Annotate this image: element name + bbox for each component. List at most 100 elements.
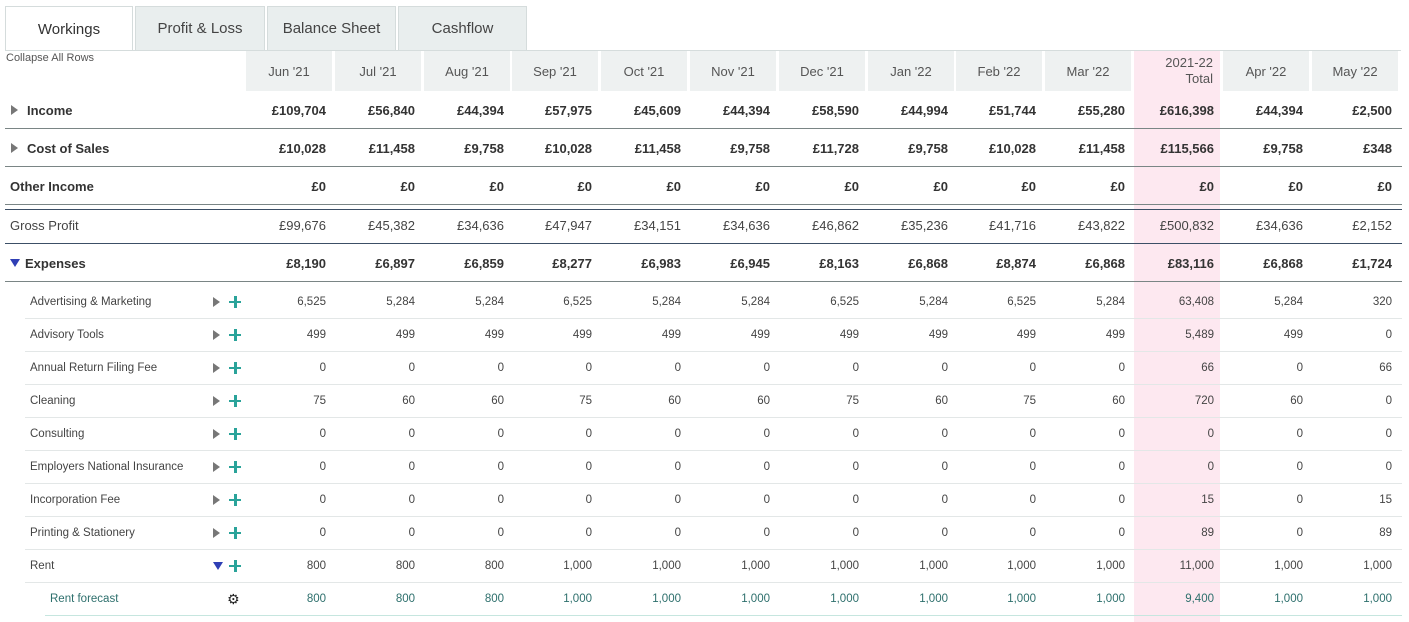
add-advisory-tools-button[interactable]	[229, 318, 241, 351]
add-rent-button[interactable]	[229, 549, 241, 582]
value-cell: 1,000	[830, 592, 859, 605]
value-cell: 60	[757, 394, 770, 407]
add-employers-national-insurance-button[interactable]	[229, 450, 241, 483]
forecast-settings-button[interactable]: ⚙	[227, 582, 240, 615]
value-cell: £9,758	[908, 140, 948, 156]
expand-employers-national-insurance-toggle[interactable]	[213, 450, 220, 483]
value-cell: 499	[1283, 328, 1303, 341]
value-cell: 0	[585, 427, 592, 440]
value-cell: 5,284	[386, 295, 415, 308]
value-cell: 1,000	[830, 559, 859, 572]
value-cell: 1,000	[563, 592, 592, 605]
value-cell: 0	[763, 361, 770, 374]
tab-balance-sheet[interactable]: Balance Sheet	[267, 6, 396, 50]
add-cleaning-button[interactable]	[229, 384, 241, 417]
caret-right-icon	[213, 428, 220, 439]
value-cell: 800	[484, 559, 504, 572]
value-cell: 6,525	[297, 295, 326, 308]
value-cell: 0	[1118, 526, 1125, 539]
value-cell: £10,028	[989, 140, 1036, 156]
value-cell: 1,000	[1096, 592, 1125, 605]
plus-icon	[229, 427, 241, 440]
value-cell: 0	[941, 460, 948, 473]
add-printing-and-stationery-button[interactable]	[229, 516, 241, 549]
value-cell: £2,152	[1352, 217, 1392, 233]
value-cell: 499	[1105, 328, 1125, 341]
value-cell: 6,525	[1007, 295, 1036, 308]
value-cell: £6,945	[730, 255, 770, 271]
section-divider	[5, 243, 1402, 244]
value-cell: £47,947	[545, 217, 592, 233]
value-cell: 0	[674, 493, 681, 506]
row-rent: Rent 800 800 800 1,000 1,000 1,000 1,000 1,000 1,…	[5, 549, 1402, 582]
column-header-aug-21: Aug '21	[424, 51, 510, 91]
value-cell: £51,744	[989, 102, 1036, 118]
total-header-label: Total	[1185, 71, 1213, 86]
value-cell: 0	[408, 427, 415, 440]
value-cell: £11,458	[1078, 140, 1125, 156]
add-annual-return-filing-fee-button[interactable]	[229, 351, 241, 384]
row-rent-forecast: Rent forecast ⚙ 800 800 800 1,000 1,000 1,000 1,…	[5, 582, 1402, 615]
value-cell: £348	[1363, 140, 1392, 156]
value-cell: 9,400	[1185, 592, 1214, 605]
value-cell: 0	[497, 460, 504, 473]
value-cell: 0	[497, 361, 504, 374]
row-advisory-tools: Advisory Tools 499 499 499 499 499 499 499 499 49…	[5, 318, 1402, 351]
row-cost-of-sales: Cost of Sales £10,028 £11,458 £9,758 £10,028…	[5, 129, 1402, 167]
value-cell: 499	[839, 328, 859, 341]
expand-advertising-and-marketing-toggle[interactable]	[213, 285, 220, 318]
expand-incorporation-fee-toggle[interactable]	[213, 483, 220, 516]
expand-annual-return-filing-fee-toggle[interactable]	[213, 351, 220, 384]
tab-cashflow[interactable]: Cashflow	[398, 6, 527, 50]
value-cell: 800	[306, 592, 326, 605]
value-cell: £9,758	[464, 140, 504, 156]
value-cell: 0	[1029, 526, 1036, 539]
value-cell: 5,489	[1185, 328, 1214, 341]
row-label: Expenses	[25, 255, 86, 271]
value-cell: 60	[491, 394, 504, 407]
collapse-rent-toggle[interactable]	[213, 549, 223, 582]
value-cell: 0	[1029, 427, 1036, 440]
value-cell: 11,000	[1179, 559, 1214, 572]
expand-income-toggle[interactable]	[11, 91, 18, 129]
value-cell: 6,525	[830, 295, 859, 308]
expand-cleaning-toggle[interactable]	[213, 384, 220, 417]
value-cell: 5,284	[1096, 295, 1125, 308]
value-cell: 800	[395, 559, 415, 572]
value-cell: £44,394	[1256, 102, 1303, 118]
row-other-income: Other Income £0 £0 £0 £0 £0 £0 £0 £0 £0 £0 £0 £0 £0	[5, 167, 1402, 205]
value-cell: 89	[1201, 526, 1214, 539]
value-cell: 75	[846, 394, 859, 407]
add-incorporation-fee-button[interactable]	[229, 483, 241, 516]
value-cell: 0	[497, 526, 504, 539]
value-cell: 0	[1296, 526, 1303, 539]
value-cell: 5,284	[919, 295, 948, 308]
value-cell: 0	[1385, 394, 1392, 407]
tab-profit-and-loss[interactable]: Profit & Loss	[135, 6, 265, 50]
value-cell: 0	[408, 526, 415, 539]
value-cell: £10,028	[279, 140, 326, 156]
row-divider	[25, 351, 1402, 352]
plus-icon	[229, 493, 241, 506]
add-advertising-and-marketing-button[interactable]	[229, 285, 241, 318]
value-cell: £46,862	[812, 217, 859, 233]
collapse-all-rows-link[interactable]: Collapse All Rows	[6, 52, 94, 64]
expand-consulting-toggle[interactable]	[213, 417, 220, 450]
value-cell: 0	[585, 493, 592, 506]
value-cell: 0	[319, 460, 326, 473]
value-cell: 66	[1201, 361, 1214, 374]
tab-workings[interactable]: Workings	[5, 6, 133, 51]
total-header-period: 2021-22	[1165, 55, 1213, 70]
expand-advisory-tools-toggle[interactable]	[213, 318, 220, 351]
value-cell: £6,868	[1085, 255, 1125, 271]
value-cell: 0	[852, 460, 859, 473]
value-cell: £0	[311, 178, 326, 194]
value-cell: 0	[1385, 460, 1392, 473]
column-header-jun-21: Jun '21	[246, 51, 332, 91]
collapse-expenses-toggle[interactable]	[10, 244, 20, 282]
row-divider	[25, 417, 1402, 418]
add-consulting-button[interactable]	[229, 417, 241, 450]
expand-cost-of-sales-toggle[interactable]	[11, 129, 18, 167]
expand-printing-and-stationery-toggle[interactable]	[213, 516, 220, 549]
value-cell: £34,636	[723, 217, 770, 233]
